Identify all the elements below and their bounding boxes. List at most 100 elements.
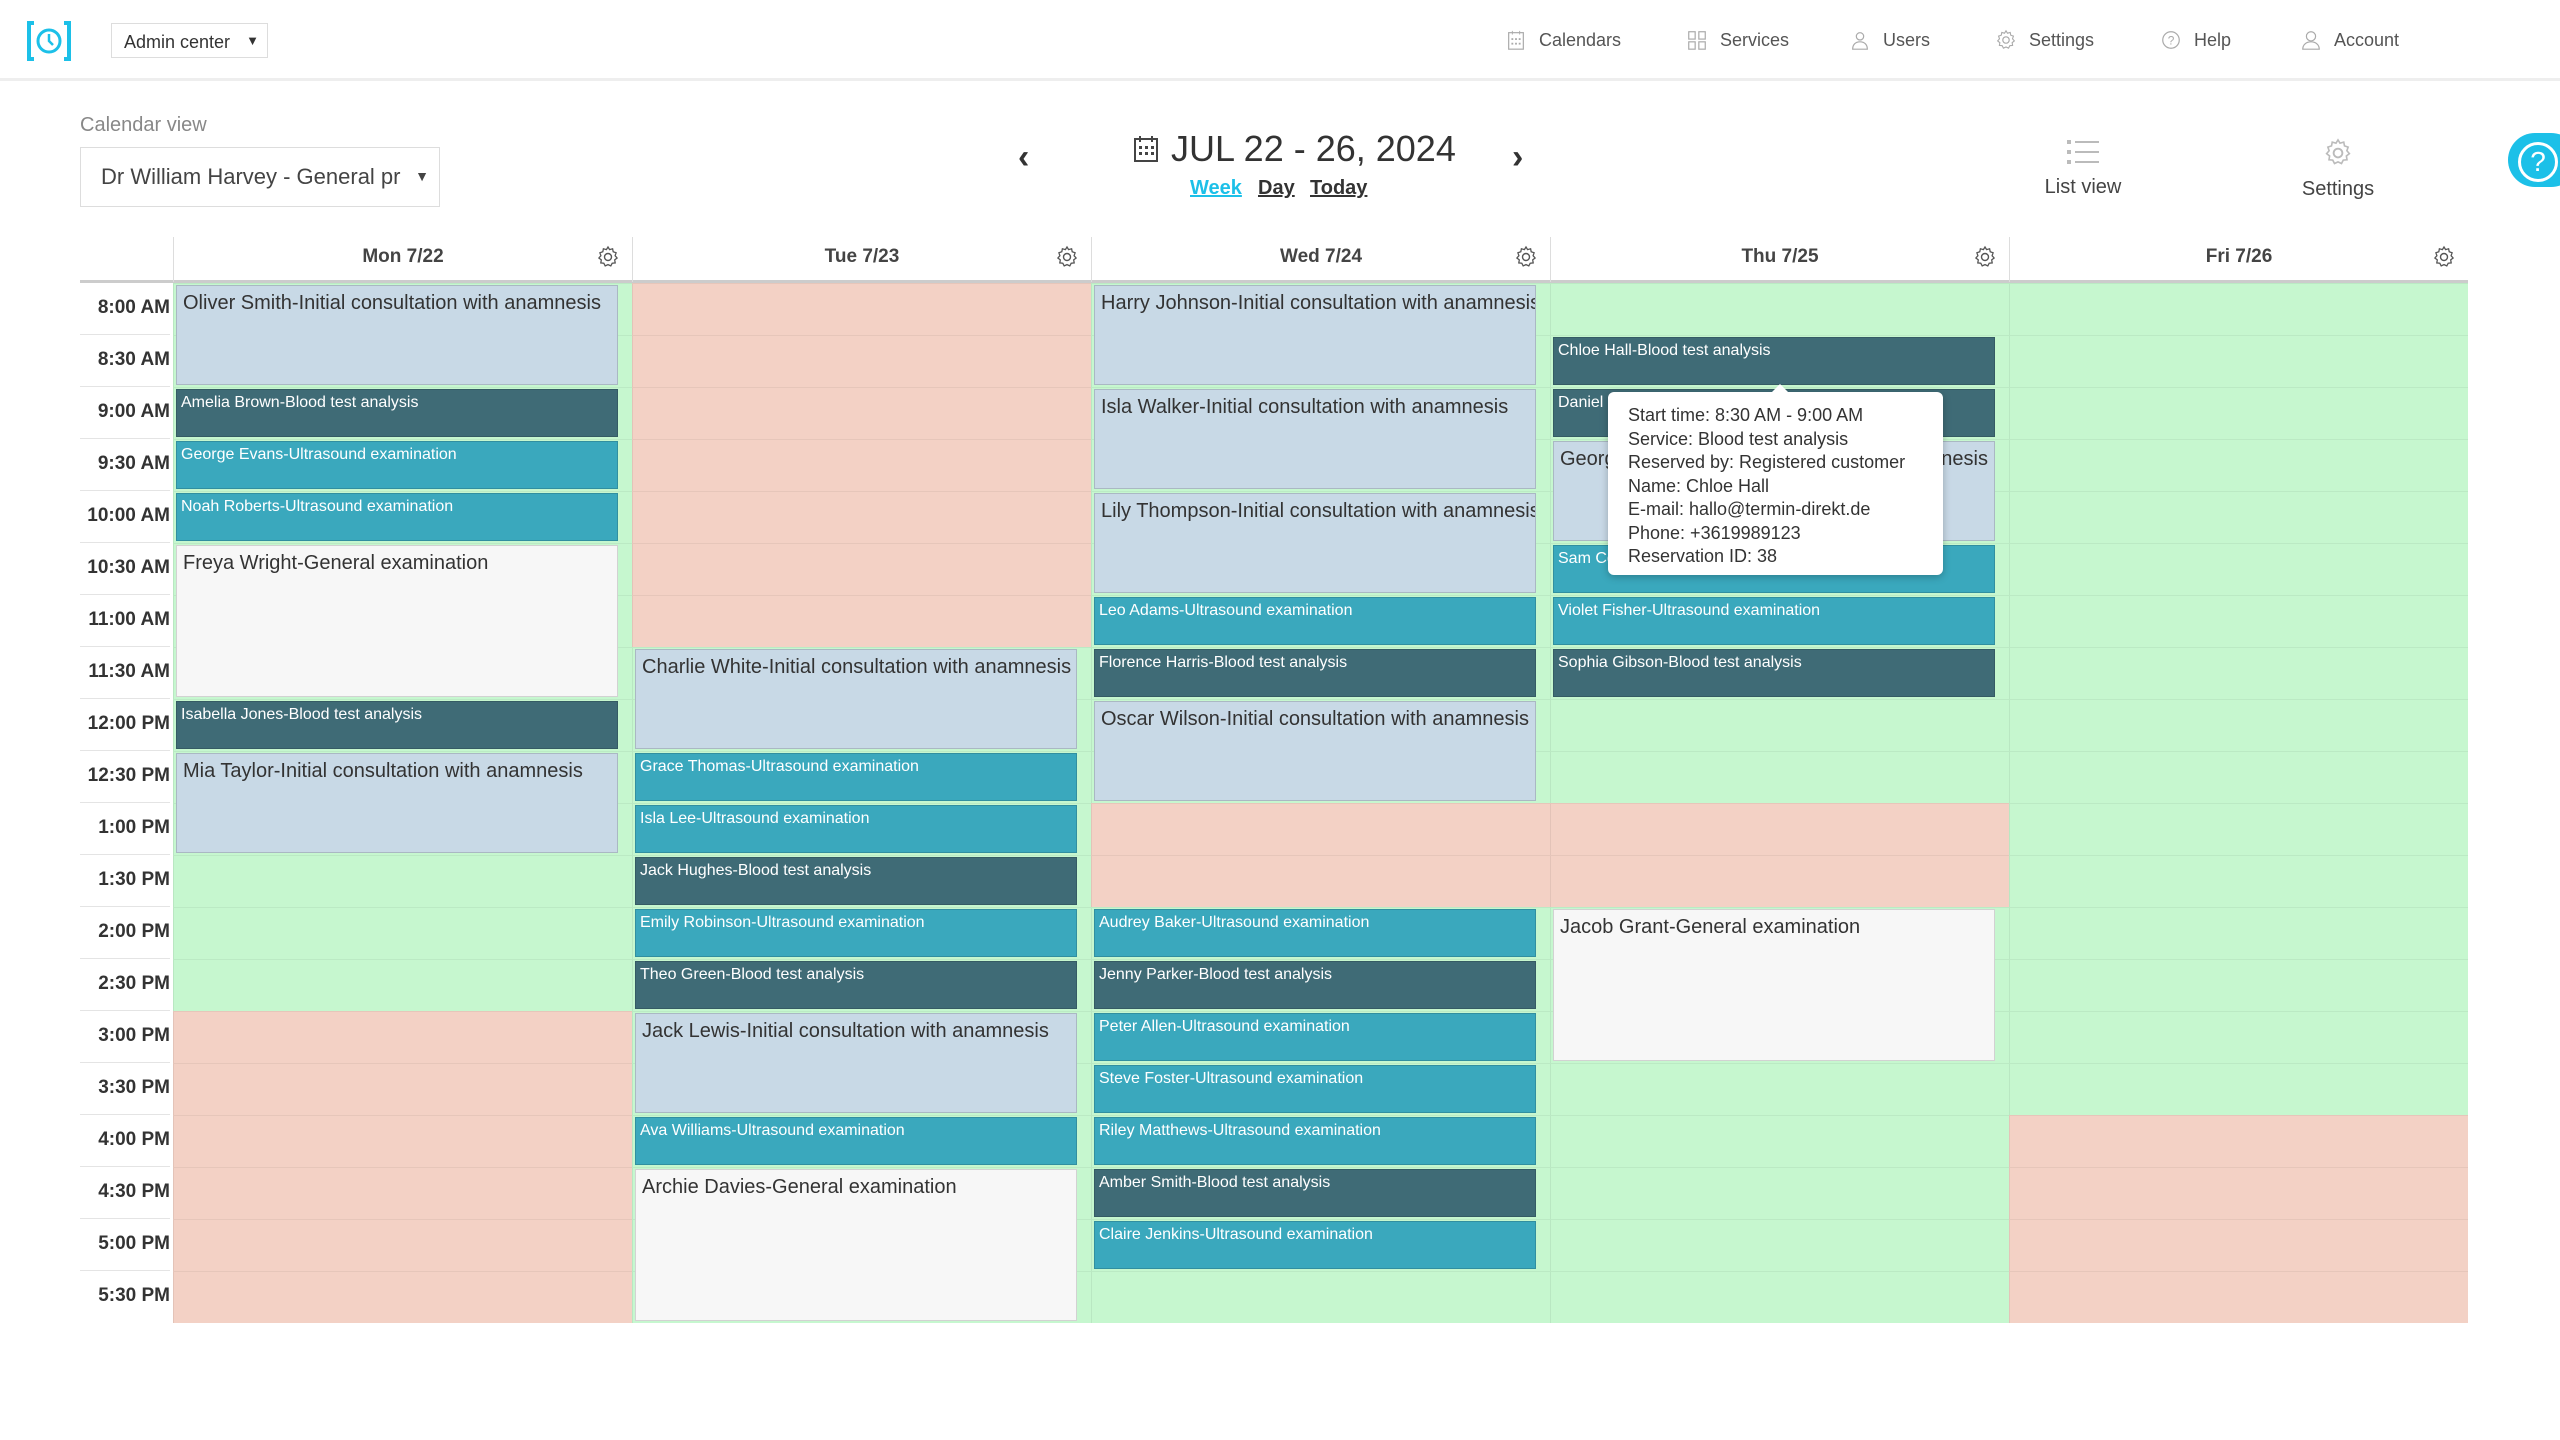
appointment-blood[interactable]: Amelia Brown-Blood test analysis bbox=[176, 389, 618, 437]
available-slot[interactable] bbox=[1550, 699, 2009, 751]
appointment-ultrasound[interactable]: Claire Jenkins-Ultrasound examination bbox=[1094, 1221, 1536, 1269]
day-settings-gear-icon[interactable] bbox=[1055, 245, 1079, 269]
unavailable-slot[interactable] bbox=[173, 1219, 632, 1271]
nav-account[interactable]: Account bbox=[2300, 28, 2399, 52]
available-slot[interactable] bbox=[2009, 595, 2468, 647]
unavailable-slot[interactable] bbox=[2009, 1271, 2468, 1323]
available-slot[interactable] bbox=[2009, 907, 2468, 959]
unavailable-slot[interactable] bbox=[632, 595, 1091, 647]
help-bubble-button[interactable]: ? bbox=[2508, 133, 2560, 187]
unavailable-slot[interactable] bbox=[173, 1271, 632, 1323]
available-slot[interactable] bbox=[2009, 335, 2468, 387]
available-slot[interactable] bbox=[1550, 1167, 2009, 1219]
appointment-ultrasound[interactable]: Emily Robinson-Ultrasound examination bbox=[635, 909, 1077, 957]
nav-help[interactable]: ? Help bbox=[2160, 28, 2231, 52]
available-slot[interactable] bbox=[2009, 959, 2468, 1011]
appointment-ultrasound[interactable]: Grace Thomas-Ultrasound examination bbox=[635, 753, 1077, 801]
appointment-blood[interactable]: Amber Smith-Blood test analysis bbox=[1094, 1169, 1536, 1217]
appointment-ultrasound[interactable]: Ava Williams-Ultrasound examination bbox=[635, 1117, 1077, 1165]
available-slot[interactable] bbox=[1550, 1063, 2009, 1115]
unavailable-slot[interactable] bbox=[1550, 855, 2009, 907]
appointment-ultrasound[interactable]: Riley Matthews-Ultrasound examination bbox=[1094, 1117, 1536, 1165]
available-slot[interactable] bbox=[1550, 283, 2009, 335]
unavailable-slot[interactable] bbox=[1550, 803, 2009, 855]
calendar-settings-button[interactable]: Settings bbox=[2268, 138, 2408, 201]
unavailable-slot[interactable] bbox=[2009, 1167, 2468, 1219]
appointment-ultrasound[interactable]: Peter Allen-Ultrasound examination bbox=[1094, 1013, 1536, 1061]
appointment-ultrasound[interactable]: Violet Fisher-Ultrasound examination bbox=[1553, 597, 1995, 645]
appointment-general[interactable]: Freya Wright-General examination bbox=[176, 545, 618, 697]
available-slot[interactable] bbox=[2009, 855, 2468, 907]
unavailable-slot[interactable] bbox=[632, 439, 1091, 491]
available-slot[interactable] bbox=[173, 855, 632, 907]
available-slot[interactable] bbox=[173, 907, 632, 959]
today-link[interactable]: Today bbox=[1310, 177, 1367, 200]
day-settings-gear-icon[interactable] bbox=[1514, 245, 1538, 269]
nav-users[interactable]: Users bbox=[1849, 28, 1930, 52]
appointment-initial[interactable]: Oliver Smith-Initial consultation with a… bbox=[176, 285, 618, 385]
available-slot[interactable] bbox=[1091, 1271, 1550, 1323]
unavailable-slot[interactable] bbox=[1091, 855, 1550, 907]
appointment-ultrasound[interactable]: Audrey Baker-Ultrasound examination bbox=[1094, 909, 1536, 957]
list-view-button[interactable]: List view bbox=[2013, 138, 2153, 199]
day-settings-gear-icon[interactable] bbox=[1973, 245, 1997, 269]
day-settings-gear-icon[interactable] bbox=[2432, 245, 2456, 269]
appointment-initial[interactable]: Jack Lewis-Initial consultation with ana… bbox=[635, 1013, 1077, 1113]
available-slot[interactable] bbox=[2009, 751, 2468, 803]
unavailable-slot[interactable] bbox=[1091, 803, 1550, 855]
nav-services[interactable]: Services bbox=[1686, 28, 1789, 52]
week-view-link[interactable]: Week bbox=[1190, 177, 1242, 200]
appointment-initial[interactable]: Lily Thompson-Initial consultation with … bbox=[1094, 493, 1536, 593]
appointment-general[interactable]: Jacob Grant-General examination bbox=[1553, 909, 1995, 1061]
available-slot[interactable] bbox=[1550, 1219, 2009, 1271]
appointment-blood[interactable]: Jack Hughes-Blood test analysis bbox=[635, 857, 1077, 905]
appointment-ultrasound[interactable]: George Evans-Ultrasound examination bbox=[176, 441, 618, 489]
available-slot[interactable] bbox=[173, 959, 632, 1011]
available-slot[interactable] bbox=[2009, 1063, 2468, 1115]
available-slot[interactable] bbox=[2009, 803, 2468, 855]
available-slot[interactable] bbox=[2009, 491, 2468, 543]
available-slot[interactable] bbox=[1550, 1115, 2009, 1167]
appointment-blood[interactable]: Theo Green-Blood test analysis bbox=[635, 961, 1077, 1009]
unavailable-slot[interactable] bbox=[632, 335, 1091, 387]
unavailable-slot[interactable] bbox=[173, 1115, 632, 1167]
appointment-ultrasound[interactable]: Noah Roberts-Ultrasound examination bbox=[176, 493, 618, 541]
unavailable-slot[interactable] bbox=[2009, 1115, 2468, 1167]
appointment-blood[interactable]: Isabella Jones-Blood test analysis bbox=[176, 701, 618, 749]
nav-settings[interactable]: Settings bbox=[1995, 28, 2094, 52]
appointment-blood[interactable]: Florence Harris-Blood test analysis bbox=[1094, 649, 1536, 697]
appointment-blood[interactable]: Chloe Hall-Blood test analysis bbox=[1553, 337, 1995, 385]
calendar-select[interactable]: Dr William Harvey - General pr ▼ bbox=[80, 147, 440, 207]
logo-clock-icon[interactable] bbox=[26, 20, 72, 62]
unavailable-slot[interactable] bbox=[632, 387, 1091, 439]
available-slot[interactable] bbox=[1550, 1271, 2009, 1323]
available-slot[interactable] bbox=[2009, 543, 2468, 595]
appointment-ultrasound[interactable]: Isla Lee-Ultrasound examination bbox=[635, 805, 1077, 853]
day-view-link[interactable]: Day bbox=[1258, 177, 1295, 200]
available-slot[interactable] bbox=[1550, 751, 2009, 803]
unavailable-slot[interactable] bbox=[632, 283, 1091, 335]
nav-calendars[interactable]: Calendars bbox=[1505, 28, 1621, 52]
available-slot[interactable] bbox=[2009, 283, 2468, 335]
appointment-initial[interactable]: Isla Walker-Initial consultation with an… bbox=[1094, 389, 1536, 489]
admin-center-dropdown[interactable]: Admin center ▼ bbox=[111, 23, 268, 58]
available-slot[interactable] bbox=[2009, 387, 2468, 439]
next-week-button[interactable]: › bbox=[1512, 138, 1523, 177]
day-settings-gear-icon[interactable] bbox=[596, 245, 620, 269]
appointment-initial[interactable]: Mia Taylor-Initial consultation with ana… bbox=[176, 753, 618, 853]
available-slot[interactable] bbox=[2009, 699, 2468, 751]
unavailable-slot[interactable] bbox=[2009, 1219, 2468, 1271]
appointment-ultrasound[interactable]: Leo Adams-Ultrasound examination bbox=[1094, 597, 1536, 645]
available-slot[interactable] bbox=[2009, 439, 2468, 491]
appointment-initial[interactable]: Harry Johnson-Initial consultation with … bbox=[1094, 285, 1536, 385]
appointment-initial[interactable]: Oscar Wilson-Initial consultation with a… bbox=[1094, 701, 1536, 801]
appointment-ultrasound[interactable]: Steve Foster-Ultrasound examination bbox=[1094, 1065, 1536, 1113]
available-slot[interactable] bbox=[2009, 1011, 2468, 1063]
unavailable-slot[interactable] bbox=[173, 1063, 632, 1115]
appointment-initial[interactable]: Charlie White-Initial consultation with … bbox=[635, 649, 1077, 749]
appointment-blood[interactable]: Sophia Gibson-Blood test analysis bbox=[1553, 649, 1995, 697]
available-slot[interactable] bbox=[2009, 647, 2468, 699]
unavailable-slot[interactable] bbox=[173, 1167, 632, 1219]
appointment-general[interactable]: Archie Davies-General examination bbox=[635, 1169, 1077, 1321]
unavailable-slot[interactable] bbox=[632, 491, 1091, 543]
